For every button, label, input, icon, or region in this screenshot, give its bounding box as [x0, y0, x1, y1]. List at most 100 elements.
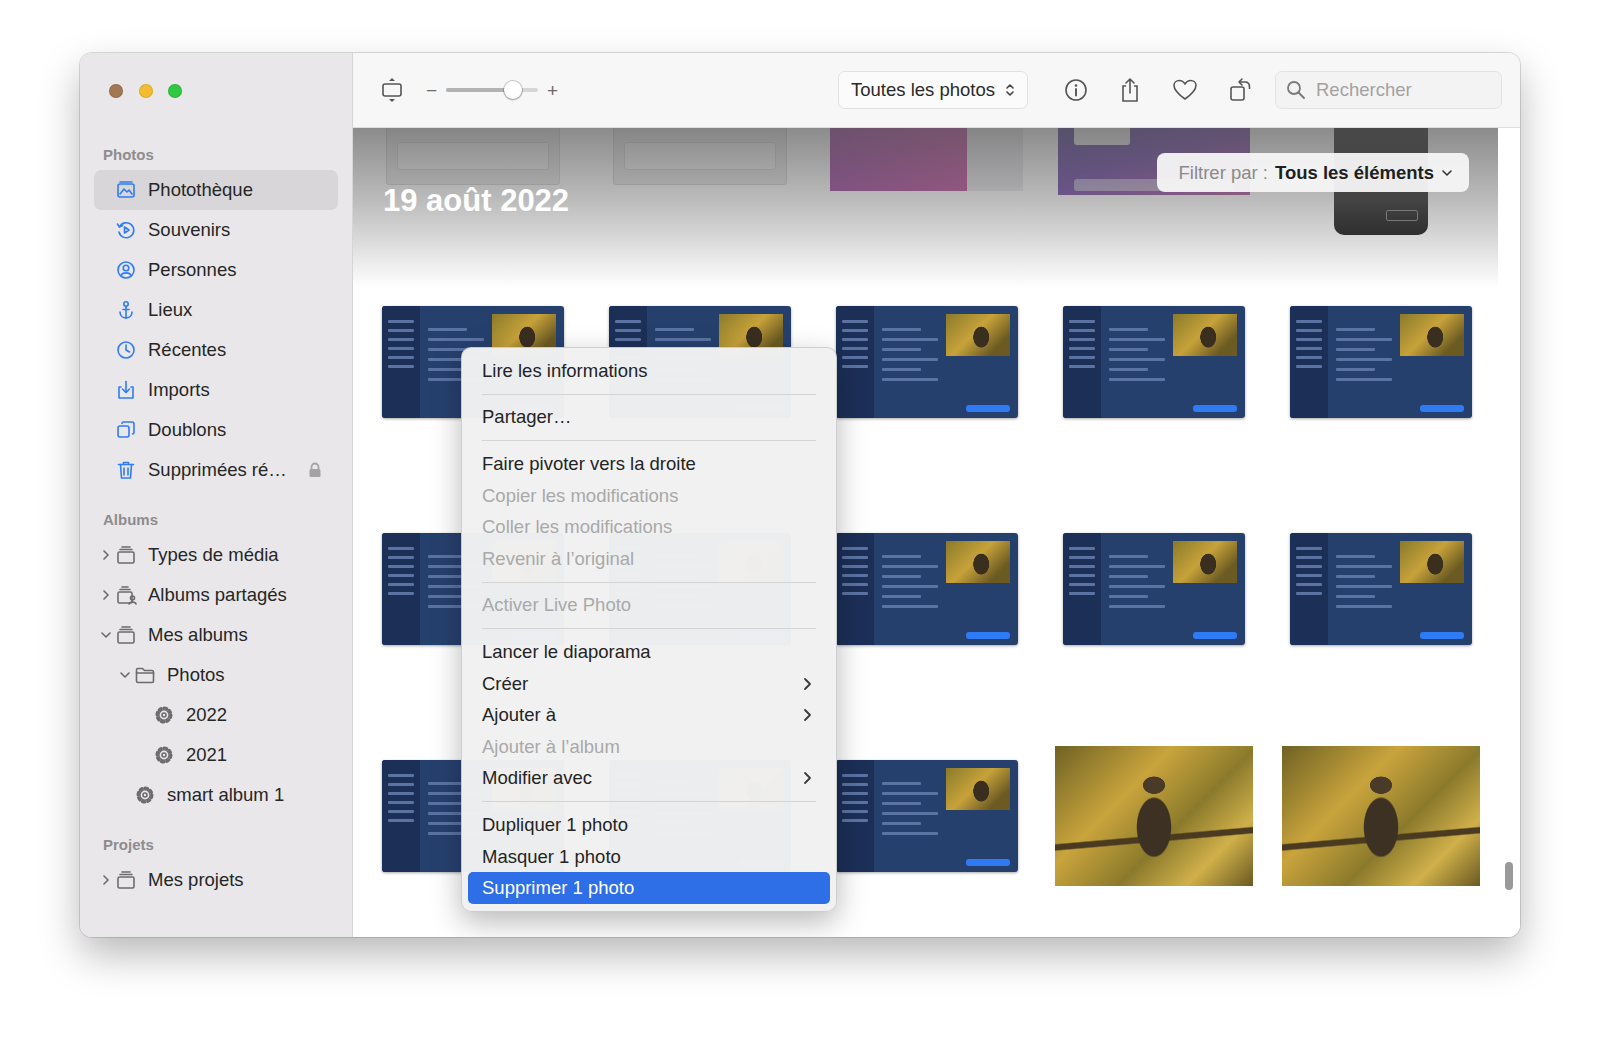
section-title: Albums: [80, 508, 352, 532]
menu-separator: [482, 801, 816, 802]
photo-cell[interactable]: [1279, 487, 1482, 690]
minimize-button[interactable]: [139, 84, 153, 98]
screenshot-thumbnail[interactable]: [1290, 306, 1472, 418]
shared-icon: [115, 584, 137, 606]
sidebar-item[interactable]: Supprimées ré…: [94, 450, 338, 490]
sidebar-item[interactable]: Photothèque: [94, 170, 338, 210]
sidebar-item[interactable]: Imports: [94, 370, 338, 410]
menu-item[interactable]: Dupliquer 1 photo: [468, 809, 830, 841]
memories-icon: [115, 219, 137, 241]
menu-item: Coller les modifications: [468, 511, 830, 543]
sidebar-item[interactable]: Personnes: [94, 250, 338, 290]
sidebar-item-label: Photothèque: [148, 179, 322, 201]
sidebar-item[interactable]: 2022: [94, 695, 338, 735]
menu-item[interactable]: Créer: [468, 668, 830, 700]
sidebar-item[interactable]: Mes albums: [94, 615, 338, 655]
view-menu[interactable]: Toutes les photos: [838, 71, 1028, 109]
magnifier-icon: [1286, 80, 1306, 100]
owl-photo-thumbnail[interactable]: [1282, 746, 1480, 886]
disclosure-chevron-icon[interactable]: [119, 669, 131, 681]
sidebar-item[interactable]: smart album 1: [94, 775, 338, 815]
menu-item[interactable]: Supprimer 1 photo: [468, 872, 830, 904]
sidebar-item[interactable]: 2021: [94, 735, 338, 775]
folder-icon: [134, 664, 156, 686]
scrollbar-thumb[interactable]: [1505, 862, 1513, 890]
disclosure-chevron-icon[interactable]: [100, 629, 112, 641]
menu-separator: [482, 582, 816, 583]
menu-item[interactable]: Modifier avec: [468, 763, 830, 795]
close-button[interactable]: [109, 84, 123, 98]
sidebar-section: Projets Mes projets: [80, 833, 352, 900]
search-field[interactable]: Rechercher: [1275, 71, 1502, 109]
menu-item: Copier les modifications: [468, 480, 830, 512]
photos-window: Photos Photothèque Souvenirs Personnes Lieux…: [80, 53, 1520, 937]
chevron-down-icon: [1441, 167, 1453, 179]
library-icon: [115, 179, 137, 201]
screenshot-thumbnail[interactable]: [1063, 306, 1245, 418]
menu-item[interactable]: Faire pivoter vers la droite: [468, 448, 830, 480]
sidebar-item-label: Lieux: [148, 299, 322, 321]
photo-cell[interactable]: [1052, 260, 1255, 463]
disclosure-chevron-icon[interactable]: [100, 874, 112, 886]
menu-item[interactable]: Masquer 1 photo: [468, 841, 830, 873]
group-icon: [115, 544, 137, 566]
menu-item: Revenir à l’original: [468, 543, 830, 575]
info-icon[interactable]: [1064, 78, 1088, 102]
screenshot-thumbnail[interactable]: [836, 533, 1018, 645]
smart-icon: [153, 704, 175, 726]
sidebar-item[interactable]: Doublons: [94, 410, 338, 450]
people-icon: [115, 259, 137, 281]
aspect-ratio-icon[interactable]: [381, 77, 403, 103]
recent-icon: [115, 339, 137, 361]
sidebar-item[interactable]: Récentes: [94, 330, 338, 370]
section-title: Projets: [80, 833, 352, 857]
scrollbar[interactable]: [1498, 128, 1520, 937]
photo-cell[interactable]: [1279, 714, 1482, 917]
group-icon: [115, 869, 137, 891]
heart-icon[interactable]: [1172, 78, 1198, 102]
disclosure-chevron-icon[interactable]: [100, 549, 112, 561]
screenshot-thumbnail[interactable]: [1063, 533, 1245, 645]
filter-menu[interactable]: Filtrer par :Tous les éléments: [1157, 153, 1469, 192]
menu-separator: [482, 440, 816, 441]
zoom-slider[interactable]: [446, 88, 538, 92]
date-header: 19 août 2022: [383, 183, 569, 219]
zoom-out-button[interactable]: −: [426, 81, 437, 100]
photo-cell[interactable]: [1052, 487, 1255, 690]
sidebar-item[interactable]: Mes projets: [94, 860, 338, 900]
screenshot-thumbnail[interactable]: [1290, 533, 1472, 645]
sidebar-item[interactable]: Albums partagés: [94, 575, 338, 615]
sidebar-item-label: Souvenirs: [148, 219, 322, 241]
toolbar: − + Toutes les photos Rechercher: [353, 53, 1520, 128]
sidebar-item-label: 2021: [186, 744, 322, 766]
sidebar-item[interactable]: Types de média: [94, 535, 338, 575]
sidebar-item[interactable]: Souvenirs: [94, 210, 338, 250]
photo-cell[interactable]: [825, 487, 1028, 690]
zoom-in-button[interactable]: +: [547, 81, 558, 100]
screenshot-thumbnail[interactable]: [836, 760, 1018, 872]
photo-cell[interactable]: [1279, 260, 1482, 463]
menu-item[interactable]: Partager…: [468, 402, 830, 434]
sidebar-item[interactable]: Lieux: [94, 290, 338, 330]
share-icon[interactable]: [1118, 77, 1142, 103]
screenshot-thumbnail[interactable]: [836, 306, 1018, 418]
photo-cell[interactable]: [825, 260, 1028, 463]
sidebar-item-label: Photos: [167, 664, 322, 686]
deleted-icon: [115, 459, 137, 481]
disclosure-chevron-icon[interactable]: [100, 589, 112, 601]
sidebar-item-label: Types de média: [148, 544, 322, 566]
menu-item[interactable]: Lancer le diaporama: [468, 636, 830, 668]
slider-fill: [446, 88, 513, 92]
menu-item[interactable]: Lire les informations: [468, 355, 830, 387]
menu-item[interactable]: Ajouter à: [468, 699, 830, 731]
rotate-icon[interactable]: [1228, 77, 1254, 103]
slider-knob[interactable]: [504, 81, 522, 99]
section-title: Photos: [80, 143, 352, 167]
sidebar-item[interactable]: Photos: [94, 655, 338, 695]
smart-icon: [153, 744, 175, 766]
sidebar: Photos Photothèque Souvenirs Personnes Lieux…: [80, 53, 353, 937]
photo-cell[interactable]: [825, 714, 1028, 917]
photo-cell[interactable]: [1052, 714, 1255, 917]
zoom-button[interactable]: [168, 84, 182, 98]
owl-photo-thumbnail[interactable]: [1055, 746, 1253, 886]
